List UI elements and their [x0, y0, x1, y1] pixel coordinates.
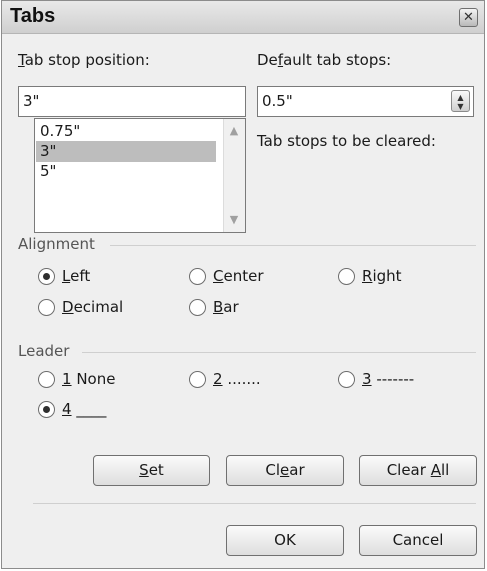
tabs-dialog: Tabs ✕ Tab stop position: 3" 0.75" 3" 5"…: [1, 0, 485, 569]
list-item[interactable]: 0.75": [36, 121, 216, 142]
list-scrollbar[interactable]: ▲ ▼: [223, 119, 245, 232]
scroll-down-icon[interactable]: ▼: [227, 213, 241, 227]
radio-icon[interactable]: [338, 371, 355, 388]
radio-icon[interactable]: [38, 371, 55, 388]
tab-stop-position-label: Tab stop position:: [18, 51, 150, 69]
tab-stops-to-clear-label: Tab stops to be cleared:: [257, 132, 436, 150]
default-tab-stops-input[interactable]: 0.5" ▲ ▼: [257, 86, 474, 117]
tab-stop-list[interactable]: 0.75" 3" 5" ▲ ▼: [34, 118, 246, 233]
radio-checked-icon[interactable]: [38, 268, 55, 285]
set-button[interactable]: Set: [93, 455, 210, 486]
buttons-divider: [33, 503, 476, 504]
dialog-title: Tabs: [10, 5, 56, 27]
close-icon: ✕: [463, 10, 474, 25]
radio-icon[interactable]: [338, 268, 355, 285]
spin-down-icon[interactable]: ▼: [452, 102, 469, 111]
alignment-divider: [110, 245, 476, 246]
leader-divider: [82, 352, 476, 353]
clear-all-button[interactable]: Clear All: [359, 455, 477, 486]
tab-stop-position-input[interactable]: 3": [18, 86, 246, 117]
leader-group-label: Leader: [18, 342, 70, 360]
alignment-group-label: Alignment: [18, 235, 95, 253]
scroll-up-icon[interactable]: ▲: [227, 124, 241, 138]
close-button[interactable]: ✕: [459, 8, 478, 27]
title-bar[interactable]: Tabs ✕: [2, 1, 484, 34]
default-tab-stops-label: Default tab stops:: [257, 51, 392, 69]
cancel-button[interactable]: Cancel: [359, 525, 477, 556]
spin-up-icon[interactable]: ▲: [452, 93, 469, 102]
radio-icon[interactable]: [189, 268, 206, 285]
radio-icon[interactable]: [189, 299, 206, 316]
radio-icon[interactable]: [38, 299, 55, 316]
list-item[interactable]: 5": [36, 161, 216, 182]
tab-stop-position-value: 3": [23, 92, 40, 110]
ok-button[interactable]: OK: [226, 525, 344, 556]
list-item-selected[interactable]: 3": [36, 141, 216, 162]
spin-button[interactable]: ▲ ▼: [451, 90, 470, 112]
clear-button[interactable]: Clear: [226, 455, 344, 486]
radio-checked-icon[interactable]: [38, 401, 55, 418]
default-tab-stops-value: 0.5": [262, 92, 293, 110]
radio-icon[interactable]: [189, 371, 206, 388]
